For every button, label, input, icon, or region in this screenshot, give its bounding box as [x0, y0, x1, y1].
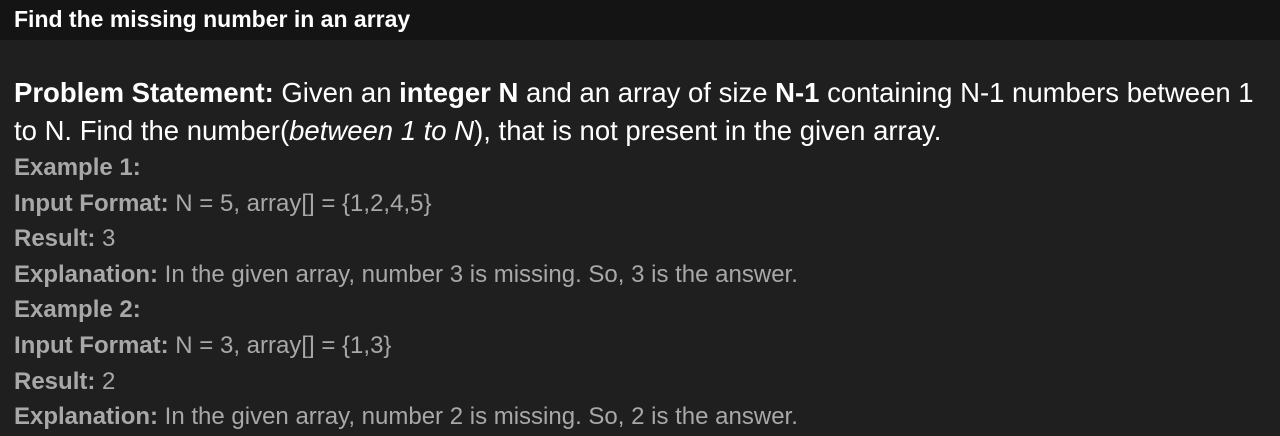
document-page: Find the missing number in an array Prob…	[0, 0, 1280, 436]
statement-text-1: Given an	[273, 77, 400, 108]
examples-list: Example 1: Input Format: N = 5, array[] …	[14, 150, 1264, 435]
result-value: 2	[95, 367, 116, 395]
input-value: N = 3, array[] = {1,3}	[168, 331, 392, 359]
explanation-label: Explanation:	[14, 260, 159, 288]
example-heading: Example 2:	[14, 296, 141, 324]
result-label: Result:	[14, 225, 96, 253]
explanation-value: In the given array, number 2 is missing.…	[158, 403, 798, 431]
explanation-value: In the given array, number 3 is missing.…	[158, 260, 798, 288]
example-2-explanation: Explanation: In the given array, number …	[14, 399, 1264, 435]
statement-bold-size: N-1	[775, 77, 820, 108]
statement-label: Problem Statement:	[14, 77, 274, 108]
example-heading: Example 1:	[14, 154, 141, 181]
input-label: Input Format:	[14, 189, 169, 217]
result-value: 3	[95, 225, 116, 253]
example-2-heading: Example 2:	[14, 292, 1264, 328]
input-label: Input Format:	[14, 331, 169, 359]
example-1-input: Input Format: N = 5, array[] = {1,2,4,5}	[14, 186, 1264, 222]
example-1-result: Result: 3	[14, 221, 1264, 257]
input-value: N = 5, array[] = {1,2,4,5}	[168, 189, 432, 217]
problem-content: Problem Statement: Given an integer N an…	[14, 74, 1264, 435]
page-title: Find the missing number in an array	[14, 6, 411, 32]
example-2-result: Result: 2	[14, 364, 1264, 400]
statement-italic-range: between 1 to N	[289, 115, 475, 146]
explanation-label: Explanation:	[14, 403, 159, 431]
problem-statement: Problem Statement: Given an integer N an…	[14, 74, 1264, 150]
example-2-input: Input Format: N = 3, array[] = {1,3}	[14, 328, 1264, 364]
result-label: Result:	[14, 367, 96, 395]
statement-text-2: and an array of size	[518, 77, 776, 108]
example-1-explanation: Explanation: In the given array, number …	[14, 257, 1264, 293]
example-1-heading: Example 1:	[14, 150, 1264, 186]
statement-text-4: ), that is not present in the given arra…	[474, 115, 942, 146]
title-bar: Find the missing number in an array	[0, 0, 1280, 40]
statement-bold-integer-n: integer N	[399, 77, 519, 108]
